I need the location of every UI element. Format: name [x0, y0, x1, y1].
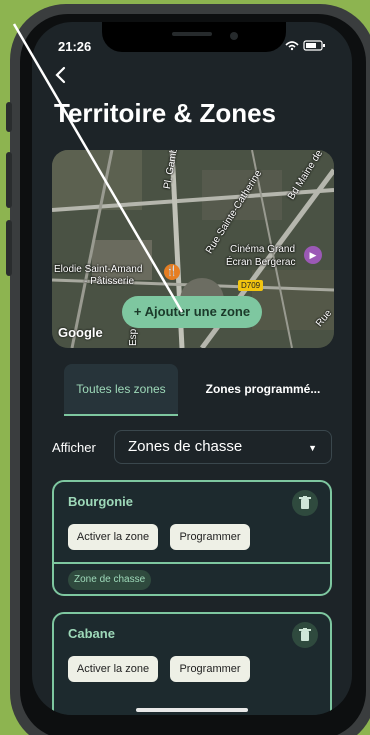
speaker	[172, 32, 212, 36]
card-divider	[54, 562, 330, 564]
zone-type-tag: Zone de chasse	[68, 570, 152, 590]
map-label: Esp	[128, 328, 139, 346]
cinema-pin-icon[interactable]: ▶	[304, 246, 322, 264]
zone-name: Bourgonie	[68, 494, 133, 509]
delete-zone-button[interactable]	[292, 490, 318, 516]
wifi-battery-icon	[285, 40, 325, 51]
schedule-zone-button[interactable]: Programmer	[170, 656, 250, 682]
tab-all-zones[interactable]: Toutes les zones	[64, 364, 178, 414]
app-screen: 21:26 Territoire & Zones Pl. Gambetta Ru…	[32, 22, 352, 715]
map-label: - Pâtisserie	[84, 276, 135, 287]
zone-type-select[interactable]: Zones de chasse ▼	[114, 430, 332, 464]
status-indicators	[284, 39, 328, 54]
chevron-left-icon	[55, 66, 66, 84]
trash-icon	[299, 628, 311, 641]
activate-zone-button[interactable]: Activer la zone	[68, 524, 158, 550]
camera	[230, 32, 238, 40]
schedule-zone-button[interactable]: Programmer	[170, 524, 250, 550]
notch	[102, 22, 286, 52]
back-button[interactable]	[54, 64, 66, 90]
page-title: Territoire & Zones	[54, 98, 277, 128]
restaurant-pin-icon[interactable]: 🍴	[164, 264, 180, 280]
tab-scheduled-zones[interactable]: Zones programmé...	[192, 364, 334, 414]
mute-switch	[6, 102, 12, 132]
zone-tabs: Toutes les zones Zones programmé...	[52, 364, 334, 416]
status-time: 21:26	[58, 39, 92, 54]
map-label: Cinéma Grand	[230, 244, 296, 255]
zone-card[interactable]: Bourgonie Activer la zone Programmer Zon…	[52, 480, 332, 596]
activate-zone-button[interactable]: Activer la zone	[68, 656, 158, 682]
map-view[interactable]: Pl. Gambetta Rue Sainte-Catherine Bd Mai…	[52, 150, 334, 348]
volume-up-button	[6, 152, 12, 208]
tab-active-indicator	[64, 414, 178, 416]
filter-label: Afficher	[52, 440, 96, 455]
zone-name: Cabane	[68, 626, 115, 641]
home-indicator[interactable]	[136, 708, 248, 712]
map-label: Écran Bergerac	[226, 257, 296, 268]
road-badge: D709	[238, 280, 264, 291]
volume-down-button	[6, 220, 12, 276]
add-zone-button[interactable]: + Ajouter une zone	[122, 296, 262, 328]
delete-zone-button[interactable]	[292, 622, 318, 648]
map-label: Elodie Saint-Amand	[54, 264, 143, 275]
caret-down-icon: ▼	[308, 443, 317, 453]
zone-card[interactable]: Cabane Activer la zone Programmer	[52, 612, 332, 715]
google-logo: Google	[58, 325, 103, 340]
zone-type-value: Zones de chasse	[128, 438, 243, 455]
trash-icon	[299, 496, 311, 509]
